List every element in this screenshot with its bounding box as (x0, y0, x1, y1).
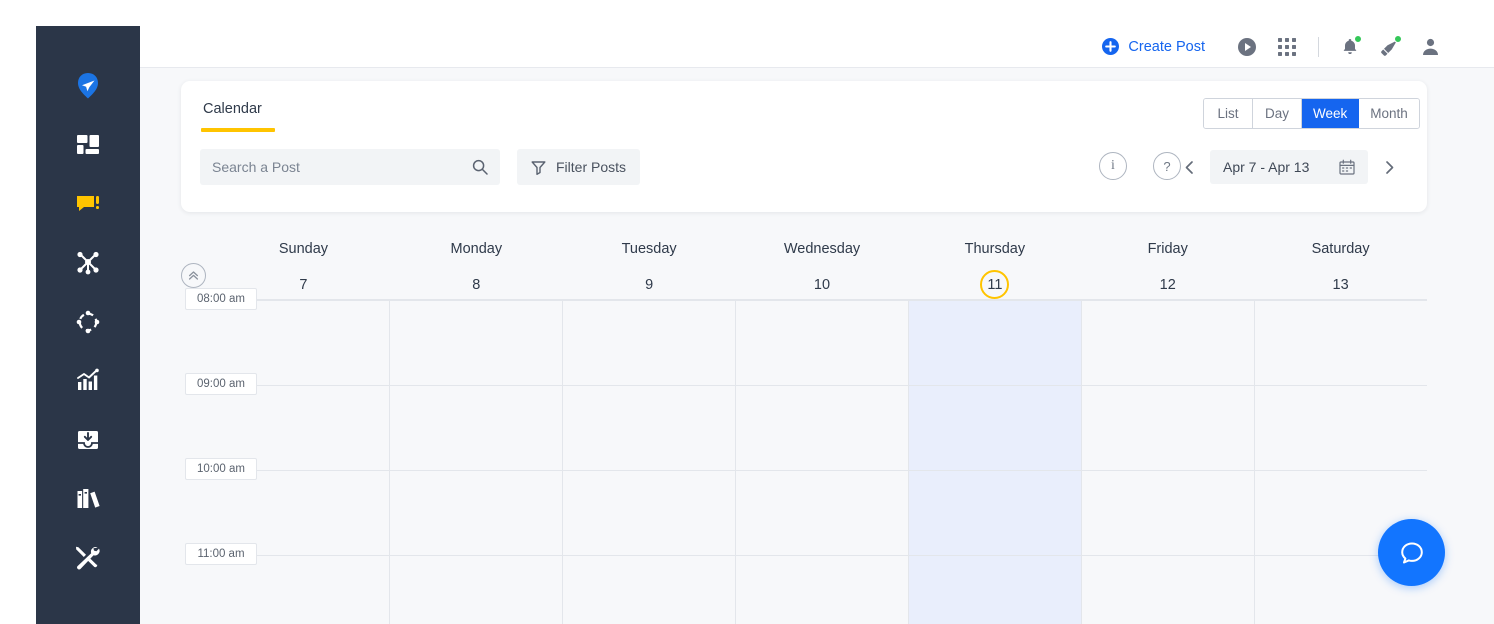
time-grid (217, 299, 1427, 624)
sidebar-item-download-inbox[interactable] (36, 410, 140, 469)
day-header-wednesday: Wednesday 10 (736, 236, 909, 299)
time-label: 09:00 am (185, 373, 257, 395)
day-header-monday: Monday 8 (390, 236, 563, 299)
account-icon[interactable] (1415, 32, 1445, 62)
day-number: 9 (635, 270, 664, 299)
view-option-list[interactable]: List (1204, 99, 1253, 128)
search-input[interactable] (212, 159, 472, 175)
filter-posts-button[interactable]: Filter Posts (517, 149, 640, 185)
view-option-day[interactable]: Day (1253, 99, 1302, 128)
help-beacon-button[interactable] (1378, 519, 1445, 586)
view-option-week[interactable]: Week (1302, 99, 1359, 128)
search-post-field[interactable] (200, 149, 500, 185)
day-number: 8 (462, 270, 491, 299)
time-label: 08:00 am (185, 288, 257, 310)
view-option-month[interactable]: Month (1359, 99, 1419, 128)
day-column-wednesday[interactable] (736, 301, 909, 624)
date-navigation: Apr 7 - Apr 13 (1176, 150, 1402, 184)
app-root: Create Post Calendar Fil (0, 0, 1494, 624)
calendar-icon (1339, 159, 1355, 175)
day-header-tuesday: Tuesday 9 (563, 236, 736, 299)
day-headers: Sunday 7 Monday 8 Tuesday 9 Wednesday 10… (217, 236, 1427, 299)
main-sidebar (36, 26, 140, 624)
time-label: 10:00 am (185, 458, 257, 480)
sidebar-item-library-books[interactable] (36, 469, 140, 528)
day-number: 13 (1326, 270, 1355, 299)
day-number: 7 (289, 270, 318, 299)
day-name: Monday (450, 241, 502, 257)
tab-active-indicator (201, 128, 275, 132)
day-number: 12 (1153, 270, 1182, 299)
time-label: 11:00 am (185, 543, 257, 565)
info-icon[interactable]: i (1099, 152, 1127, 180)
chevron-double-up-icon (187, 269, 200, 282)
collapse-allday-button[interactable] (181, 263, 206, 288)
apps-grid-icon[interactable] (1272, 32, 1302, 62)
date-range-label: Apr 7 - Apr 13 (1223, 159, 1309, 175)
sidebar-item-analytics-chart[interactable] (36, 351, 140, 410)
create-post-button[interactable]: Create Post (1102, 38, 1205, 55)
bell-icon[interactable] (1335, 32, 1365, 62)
plus-circle-icon (1102, 38, 1119, 55)
play-circle-icon[interactable] (1232, 32, 1262, 62)
day-name: Thursday (965, 241, 1025, 257)
top-bar: Create Post (140, 26, 1494, 67)
day-name: Saturday (1312, 241, 1370, 257)
date-range-picker[interactable]: Apr 7 - Apr 13 (1210, 150, 1368, 184)
sidebar-item-network-share[interactable] (36, 233, 140, 292)
time-axis: 08:00 am 09:00 am 10:00 am 11:00 am (181, 299, 281, 624)
megaphone-badge (1394, 35, 1402, 43)
day-name: Wednesday (784, 241, 860, 257)
sidebar-item-target-crosshair[interactable] (36, 292, 140, 351)
day-column-monday[interactable] (390, 301, 563, 624)
search-icon[interactable] (472, 159, 488, 175)
day-name: Friday (1148, 241, 1188, 257)
megaphone-icon[interactable] (1375, 32, 1405, 62)
view-mode-toggle: List Day Week Month (1203, 98, 1420, 129)
previous-week-button[interactable] (1176, 154, 1202, 180)
toolbar-divider (1318, 37, 1319, 57)
day-number-today: 11 (980, 270, 1009, 299)
calendar-grid: Sunday 7 Monday 8 Tuesday 9 Wednesday 10… (181, 236, 1427, 624)
day-number: 10 (808, 270, 837, 299)
sidebar-item-logo-paper-plane[interactable] (36, 56, 140, 115)
day-name: Tuesday (622, 241, 677, 257)
day-header-saturday: Saturday 13 (1254, 236, 1427, 299)
day-header-thursday: Thursday 11 (908, 236, 1081, 299)
day-column-tuesday[interactable] (563, 301, 736, 624)
bell-badge (1354, 35, 1362, 43)
sidebar-item-tools[interactable] (36, 528, 140, 587)
day-name: Sunday (279, 241, 328, 257)
filter-posts-label: Filter Posts (556, 159, 626, 175)
create-post-label: Create Post (1128, 39, 1205, 55)
sidebar-item-inbox-chat[interactable] (36, 174, 140, 233)
day-header-friday: Friday 12 (1081, 236, 1254, 299)
next-week-button[interactable] (1376, 154, 1402, 180)
chat-bubble-icon (1397, 538, 1427, 568)
calendar-toolbar-card: Calendar Filter Posts i ? List Day Week … (181, 81, 1427, 212)
day-column-friday[interactable] (1082, 301, 1255, 624)
day-column-thursday[interactable] (909, 301, 1082, 624)
tab-calendar[interactable]: Calendar (203, 101, 262, 126)
sidebar-item-dashboard[interactable] (36, 115, 140, 174)
filter-icon (531, 160, 546, 175)
